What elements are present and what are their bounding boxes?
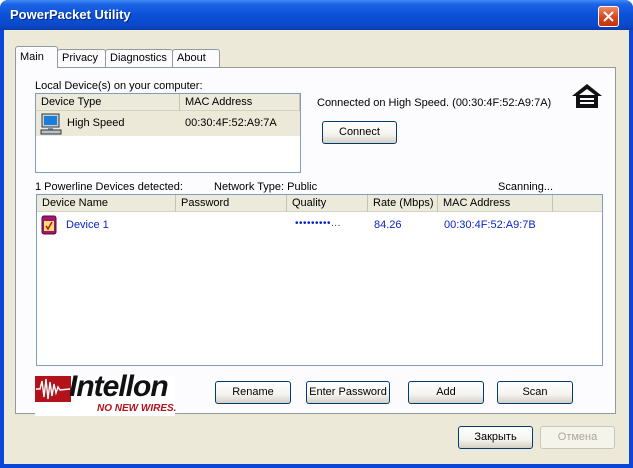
rename-button[interactable]: Rename: [215, 381, 291, 404]
dialog-body: Main Privacy Diagnostics About Local Dev…: [4, 30, 629, 464]
table-row[interactable]: High Speed 00:30:4F:52:A9:7A: [36, 111, 300, 136]
local-list-header: Device Type MAC Address: [36, 94, 300, 111]
tab-privacy[interactable]: Privacy: [57, 49, 106, 67]
logo-brand-text: Intellon: [69, 370, 169, 403]
home-icon: [572, 84, 602, 108]
main-tab-panel: Local Device(s) on your computer: Device…: [15, 67, 616, 414]
tab-privacy-label: Privacy: [62, 52, 99, 64]
computer-icon: [40, 113, 62, 135]
waveform-icon: [35, 376, 71, 402]
device-name: Device 1: [66, 219, 109, 231]
close-button[interactable]: Закрыть: [458, 426, 533, 449]
scanning-status: Scanning...: [498, 181, 554, 193]
tab-main-label: Main: [20, 51, 44, 63]
connect-button[interactable]: Connect: [322, 121, 397, 144]
column-quality[interactable]: Quality: [287, 195, 368, 212]
powerline-devices-list[interactable]: Device Name Password Quality Rate (Mbps)…: [36, 194, 603, 366]
powerline-list-header: Device Name Password Quality Rate (Mbps)…: [37, 195, 602, 212]
column-device-name[interactable]: Device Name: [37, 195, 176, 212]
app-window: PowerPacket Utility Main Privacy Diagnos…: [0, 0, 633, 468]
tab-about[interactable]: About: [172, 49, 220, 67]
add-button[interactable]: Add: [408, 381, 484, 404]
device-mac: 00:30:4F:52:A9:7B: [444, 219, 536, 231]
tab-diagnostics[interactable]: Diagnostics: [105, 49, 173, 67]
powerline-device-icon: [41, 215, 57, 235]
close-window-button[interactable]: [598, 6, 619, 27]
logo-tagline: NO NEW WIRES.: [97, 403, 177, 414]
connection-status: Connected on High Speed. (00:30:4F:52:A9…: [317, 97, 552, 109]
local-devices-list[interactable]: Device Type MAC Address High Speed 00:30…: [35, 93, 301, 173]
column-password[interactable]: Password: [176, 195, 287, 212]
title-bar[interactable]: PowerPacket Utility: [0, 0, 633, 30]
column-mac-address[interactable]: MAC Address: [438, 195, 553, 212]
local-device-type: High Speed: [67, 117, 125, 129]
close-icon: [603, 11, 614, 22]
column-filler: [553, 195, 602, 212]
tab-main[interactable]: Main: [15, 46, 58, 68]
column-mac-address[interactable]: MAC Address: [180, 94, 300, 111]
devices-detected-label: 1 Powerline Devices detected:: [35, 181, 183, 193]
quality-indicator: •••••••••...: [295, 218, 341, 229]
device-rate: 84.26: [374, 219, 402, 231]
local-device-mac: 00:30:4F:52:A9:7A: [185, 117, 277, 129]
intellon-logo: Intellon NO NEW WIRES.: [35, 370, 177, 416]
table-row[interactable]: Device 1 •••••••••... 84.26 00:30:4F:52:…: [37, 213, 602, 237]
tab-about-label: About: [177, 52, 206, 64]
enter-password-button[interactable]: Enter Password: [306, 381, 390, 404]
cancel-button[interactable]: Отмена: [540, 426, 615, 449]
scan-button[interactable]: Scan: [497, 381, 573, 404]
local-devices-label: Local Device(s) on your computer:: [35, 80, 203, 92]
column-rate[interactable]: Rate (Mbps): [368, 195, 438, 212]
tab-diagnostics-label: Diagnostics: [110, 52, 167, 64]
network-type-label: Network Type: Public: [214, 181, 318, 193]
window-title: PowerPacket Utility: [10, 7, 131, 22]
column-device-type[interactable]: Device Type: [36, 94, 180, 111]
